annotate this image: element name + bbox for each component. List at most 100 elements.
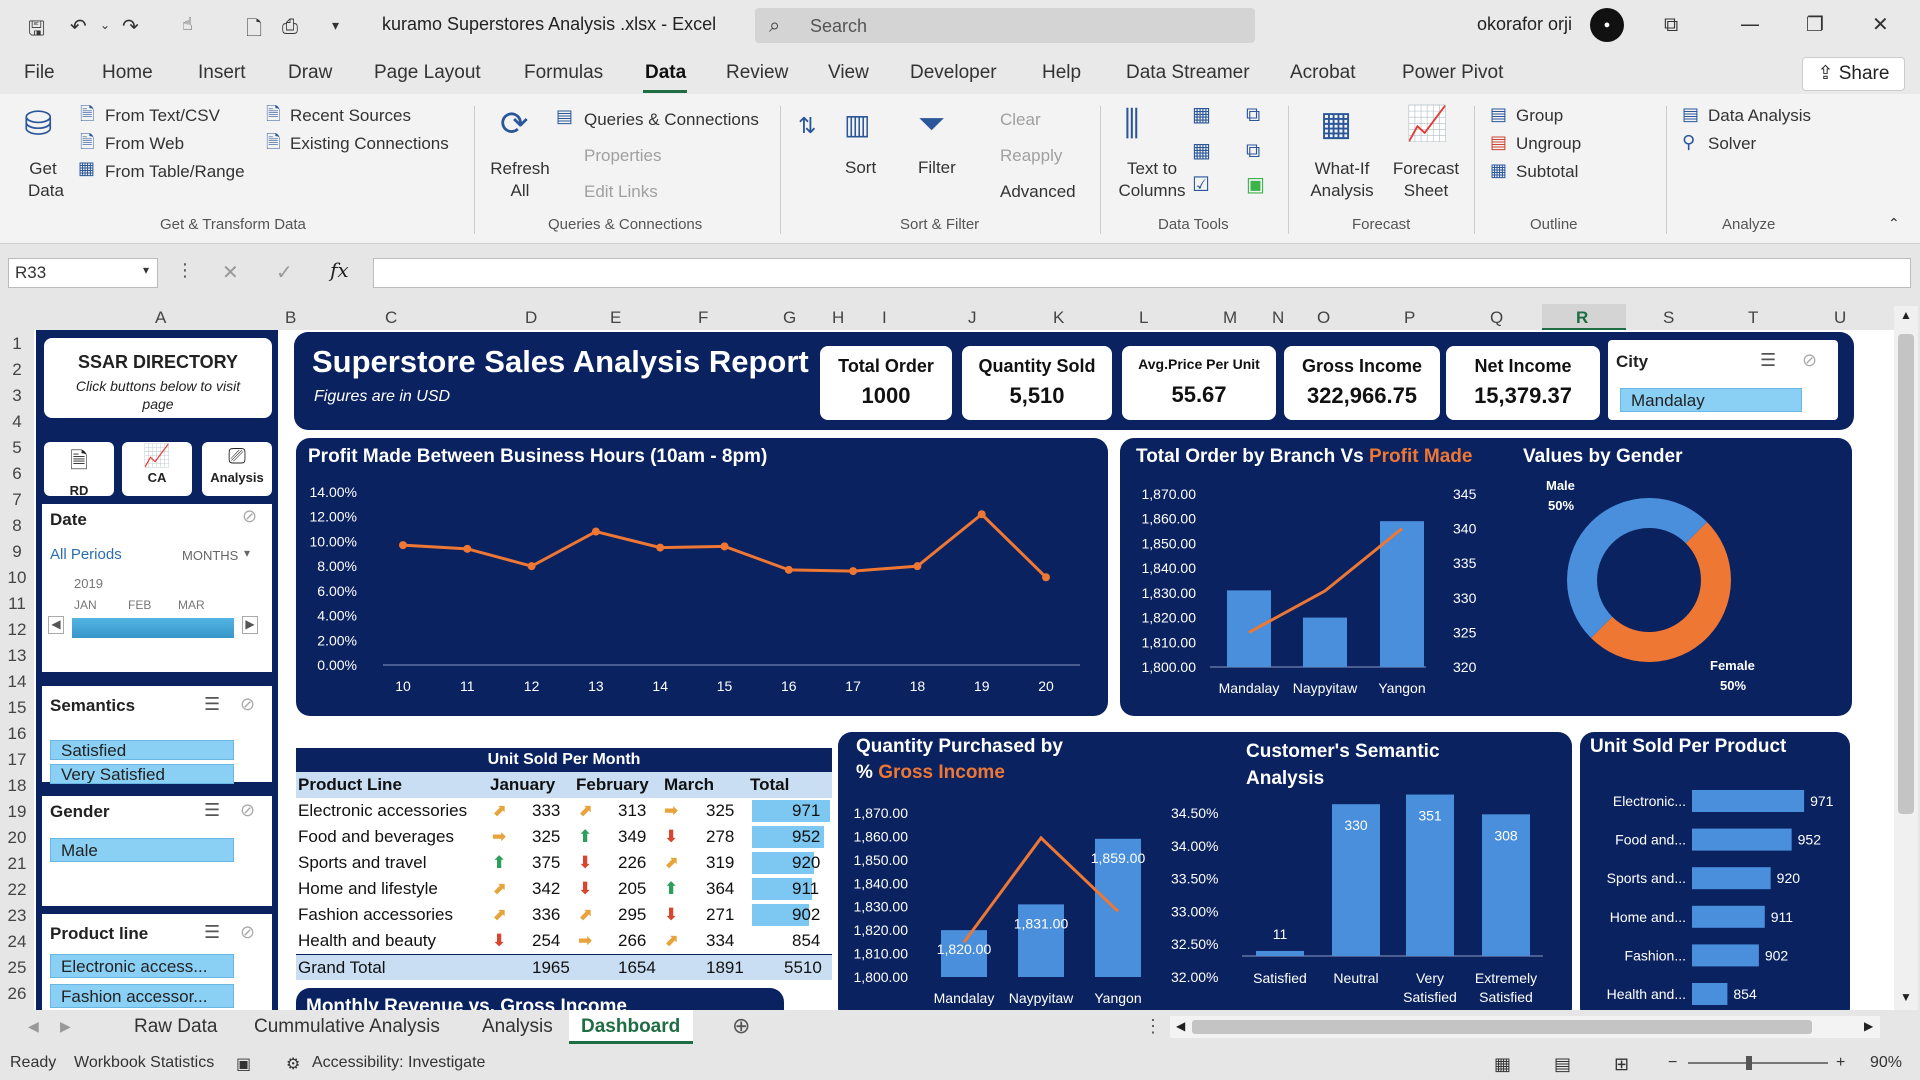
- tab-draw[interactable]: Draw: [288, 62, 332, 84]
- clear-filter-icon[interactable]: ⊘: [242, 506, 257, 527]
- relationships-icon[interactable]: ⧉: [1246, 138, 1260, 162]
- timeline-selection-bar[interactable]: [72, 618, 234, 638]
- insert-function-icon[interactable]: fx: [330, 258, 349, 282]
- row-header[interactable]: 25: [0, 958, 34, 978]
- cancel-icon[interactable]: ✕: [222, 260, 239, 284]
- column-header[interactable]: D: [525, 308, 537, 328]
- tab-developer[interactable]: Developer: [910, 62, 997, 84]
- zoom-in-icon[interactable]: +: [1836, 1054, 1845, 1072]
- minimize-icon[interactable]: —: [1740, 12, 1760, 36]
- from-table-button[interactable]: From Table/Range: [105, 162, 245, 182]
- column-header[interactable]: M: [1223, 308, 1237, 328]
- row-header[interactable]: 5: [0, 438, 34, 458]
- slicer-item-fashion[interactable]: Fashion accessor...: [50, 984, 234, 1008]
- clear-filter-icon[interactable]: ⊘: [1802, 350, 1817, 371]
- row-header[interactable]: 8: [0, 516, 34, 536]
- row-header[interactable]: 9: [0, 542, 34, 562]
- multi-select-icon[interactable]: ☰: [1760, 350, 1776, 371]
- zoom-level[interactable]: 90%: [1870, 1054, 1902, 1072]
- page-break-view-icon[interactable]: ⊞: [1614, 1054, 1629, 1075]
- forecast-sheet-button[interactable]: Forecast Sheet: [1390, 158, 1462, 202]
- rd-button[interactable]: 🗎 RD: [44, 442, 114, 498]
- row-header[interactable]: 12: [0, 620, 34, 640]
- row-header[interactable]: 20: [0, 828, 34, 848]
- zoom-slider-thumb[interactable]: [1746, 1056, 1752, 1070]
- ungroup-button[interactable]: Ungroup: [1516, 134, 1581, 154]
- clear-filter-icon[interactable]: ⊘: [240, 694, 255, 715]
- normal-view-icon[interactable]: ▦: [1494, 1054, 1511, 1075]
- zoom-out-icon[interactable]: −: [1668, 1054, 1677, 1072]
- clear-filter-icon[interactable]: ⊘: [240, 922, 255, 943]
- group-button[interactable]: Group: [1516, 106, 1563, 126]
- sort-button[interactable]: Sort: [845, 158, 876, 178]
- ca-button[interactable]: 📈 CA: [122, 442, 192, 496]
- row-header[interactable]: 16: [0, 724, 34, 744]
- print-preview-icon[interactable]: ⎙: [282, 14, 298, 38]
- collapse-ribbon-icon[interactable]: ⌃: [1888, 216, 1900, 232]
- column-header[interactable]: L: [1139, 308, 1148, 328]
- remove-duplicates-icon[interactable]: ▦: [1192, 138, 1211, 162]
- tab-view[interactable]: View: [828, 62, 869, 84]
- row-header[interactable]: 1: [0, 334, 34, 354]
- row-header[interactable]: 18: [0, 776, 34, 796]
- page-layout-view-icon[interactable]: ▤: [1554, 1054, 1571, 1075]
- tab-power-pivot[interactable]: Power Pivot: [1402, 62, 1503, 84]
- tab-review[interactable]: Review: [726, 62, 788, 84]
- data-analysis-button[interactable]: Data Analysis: [1708, 106, 1811, 126]
- row-header[interactable]: 14: [0, 672, 34, 692]
- tab-data-streamer[interactable]: Data Streamer: [1126, 62, 1250, 84]
- row-header[interactable]: 24: [0, 932, 34, 952]
- redo-icon[interactable]: ↷: [122, 14, 139, 38]
- column-header[interactable]: R: [1576, 308, 1588, 328]
- tab-file[interactable]: File: [24, 62, 55, 84]
- avatar[interactable]: ●: [1590, 8, 1624, 42]
- column-header[interactable]: H: [832, 308, 844, 328]
- next-sheet-icon[interactable]: ▶: [60, 1018, 71, 1035]
- row-header[interactable]: 3: [0, 386, 34, 406]
- accessibility-status[interactable]: Accessibility: Investigate: [312, 1054, 485, 1072]
- scroll-right-icon[interactable]: ▶: [1864, 1019, 1873, 1033]
- formula-input[interactable]: [373, 258, 1911, 288]
- column-header[interactable]: G: [783, 308, 796, 328]
- sheet-tab-dashboard[interactable]: Dashboard: [581, 1016, 680, 1038]
- queries-connections-button[interactable]: Queries & Connections: [584, 110, 759, 130]
- user-name[interactable]: okorafor orji: [1477, 14, 1572, 35]
- sheet-tab-analysis[interactable]: Analysis: [482, 1016, 553, 1038]
- column-header[interactable]: B: [285, 308, 296, 328]
- filter-button[interactable]: Filter: [918, 158, 956, 178]
- chevron-down-icon[interactable]: ⌄: [100, 18, 110, 32]
- column-header[interactable]: P: [1404, 308, 1415, 328]
- manage-data-model-icon[interactable]: ▣: [1246, 172, 1265, 196]
- scroll-thumb[interactable]: [1192, 1020, 1812, 1034]
- horizontal-scrollbar[interactable]: ◀ ▶: [1170, 1016, 1880, 1038]
- row-header[interactable]: 19: [0, 802, 34, 822]
- row-header[interactable]: 7: [0, 490, 34, 510]
- prev-sheet-icon[interactable]: ◀: [28, 1018, 39, 1035]
- restore-icon[interactable]: ❐: [1806, 12, 1824, 36]
- tab-page-layout[interactable]: Page Layout: [374, 62, 481, 84]
- analysis-button[interactable]: ⎚ Analysis: [202, 442, 272, 496]
- row-header[interactable]: 23: [0, 906, 34, 926]
- more-icon[interactable]: ⋮: [176, 260, 194, 281]
- tab-insert[interactable]: Insert: [198, 62, 246, 84]
- scroll-down-icon[interactable]: ▼: [1900, 990, 1912, 1004]
- slicer-item-very-satisfied[interactable]: Very Satisfied: [50, 764, 234, 784]
- from-web-button[interactable]: From Web: [105, 134, 184, 154]
- add-sheet-icon[interactable]: ⊕: [732, 1014, 750, 1039]
- column-header[interactable]: T: [1748, 308, 1758, 328]
- column-header[interactable]: Q: [1490, 308, 1503, 328]
- tab-acrobat[interactable]: Acrobat: [1290, 62, 1355, 84]
- row-header[interactable]: 4: [0, 412, 34, 432]
- scroll-thumb[interactable]: [1898, 334, 1914, 814]
- advanced-button[interactable]: Advanced: [1000, 182, 1076, 202]
- undo-icon[interactable]: ↶: [70, 14, 87, 38]
- slicer-item-male[interactable]: Male: [50, 838, 234, 862]
- existing-connections-button[interactable]: Existing Connections: [290, 134, 449, 154]
- column-header[interactable]: N: [1272, 308, 1284, 328]
- row-header[interactable]: 2: [0, 360, 34, 380]
- row-header[interactable]: 6: [0, 464, 34, 484]
- flash-fill-icon[interactable]: ▦: [1192, 102, 1211, 126]
- refresh-all-button[interactable]: Refresh All: [490, 158, 550, 202]
- enter-icon[interactable]: ✓: [276, 260, 293, 284]
- slicer-item-electronic[interactable]: Electronic access...: [50, 954, 234, 978]
